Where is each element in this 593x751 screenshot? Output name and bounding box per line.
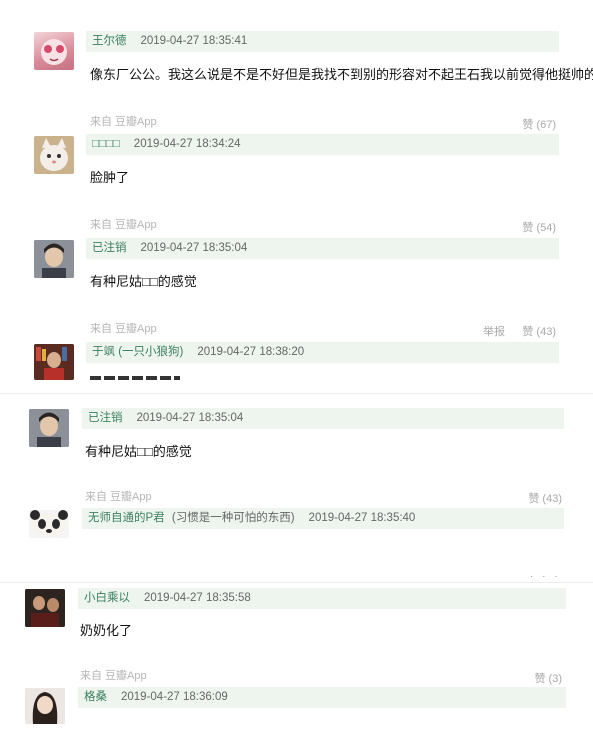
clipped-text <box>90 376 180 380</box>
comment-header: 王尔德 2019-04-27 18:35:41 <box>86 31 559 52</box>
source-label: 来自 豆瓣App <box>90 116 157 128</box>
avatar[interactable] <box>34 240 74 278</box>
avatar[interactable] <box>25 688 65 724</box>
author-link[interactable]: 已注销 <box>92 242 127 254</box>
avatar[interactable] <box>29 409 69 447</box>
comment-header: □□□□ 2019-04-27 18:34:24 <box>86 134 559 155</box>
timestamp: 2019-04-27 18:35:58 <box>144 592 251 604</box>
screenshot-divider <box>0 393 593 394</box>
girl-avatar-icon <box>25 688 65 724</box>
comment-header: 已注销 2019-04-27 18:35:04 <box>86 238 559 259</box>
clipped-text: · · · <box>530 571 561 582</box>
comment-header: 无师自通的P君 (习惯是一种可怕的东西) 2019-04-27 18:35:40 <box>82 508 564 529</box>
author-link[interactable]: □□□□ <box>92 138 120 150</box>
comment-text: 像东厂公公。我这么说是不是不好但是我找不到别的形容对不起王石我以前觉得他挺帅的 <box>90 67 593 82</box>
source-label: 来自 豆瓣App <box>85 491 152 503</box>
author-link[interactable]: 无师自通的P君 <box>88 512 165 524</box>
young-man-avatar-icon <box>29 409 69 447</box>
author-note: (习惯是一种可怕的东西) <box>171 512 295 524</box>
avatar[interactable] <box>34 136 74 174</box>
dark-photo-avatar-icon <box>25 589 65 627</box>
author-link[interactable]: 小白乘以 <box>84 592 130 604</box>
comment-text: 奶奶化了 <box>80 623 133 638</box>
vote-button[interactable]: 赞 (43) <box>500 323 556 339</box>
vote-button[interactable]: 赞 (67) <box>500 116 556 132</box>
timestamp: 2019-04-27 18:35:04 <box>136 412 244 424</box>
source-label: 来自 豆瓣App <box>90 323 157 335</box>
avatar[interactable] <box>34 32 74 70</box>
timestamp: 2019-04-27 18:36:09 <box>121 691 228 703</box>
vote-button[interactable]: 赞 (54) <box>500 219 556 235</box>
panda-avatar-icon <box>30 510 68 537</box>
comment-header: 小白乘以 2019-04-27 18:35:58 <box>78 588 566 609</box>
comment-text: 有种尼姑□□的感觉 <box>85 444 192 459</box>
avatar[interactable] <box>34 344 74 380</box>
white-cat-avatar-icon <box>40 138 68 171</box>
bookshelf-avatar-icon <box>34 344 74 380</box>
comment-header: 格桑 2019-04-27 18:36:09 <box>78 687 566 708</box>
screenshot-divider <box>0 582 593 583</box>
timestamp: 2019-04-27 18:34:24 <box>133 138 241 150</box>
vote-button[interactable]: 赞 (43) <box>506 490 562 506</box>
avatar[interactable] <box>29 510 69 538</box>
author-link[interactable]: 已注销 <box>88 412 123 424</box>
author-link[interactable]: 格桑 <box>84 691 107 703</box>
comment-text: 脸肿了 <box>90 170 130 185</box>
timestamp: 2019-04-27 18:38:20 <box>197 346 305 358</box>
timestamp: 2019-04-27 18:35:41 <box>140 35 248 47</box>
timestamp: 2019-04-27 18:35:04 <box>140 242 248 254</box>
timestamp: 2019-04-27 18:35:40 <box>308 512 416 524</box>
author-link[interactable]: 王尔德 <box>92 35 127 47</box>
vote-button[interactable]: 赞 (3) <box>506 670 563 686</box>
comment-text: 有种尼姑□□的感觉 <box>90 274 197 289</box>
avatar[interactable] <box>25 589 65 627</box>
pink-cat-avatar-icon <box>41 39 67 65</box>
young-man-avatar-icon <box>34 240 74 278</box>
source-label: 来自 豆瓣App <box>90 219 157 231</box>
author-link[interactable]: 于飒 (一只小狼狗) <box>92 346 183 358</box>
comment-header: 已注销 2019-04-27 18:35:04 <box>82 408 564 429</box>
source-label: 来自 豆瓣App <box>80 670 147 682</box>
comment-header: 于飒 (一只小狼狗) 2019-04-27 18:38:20 <box>86 342 559 363</box>
